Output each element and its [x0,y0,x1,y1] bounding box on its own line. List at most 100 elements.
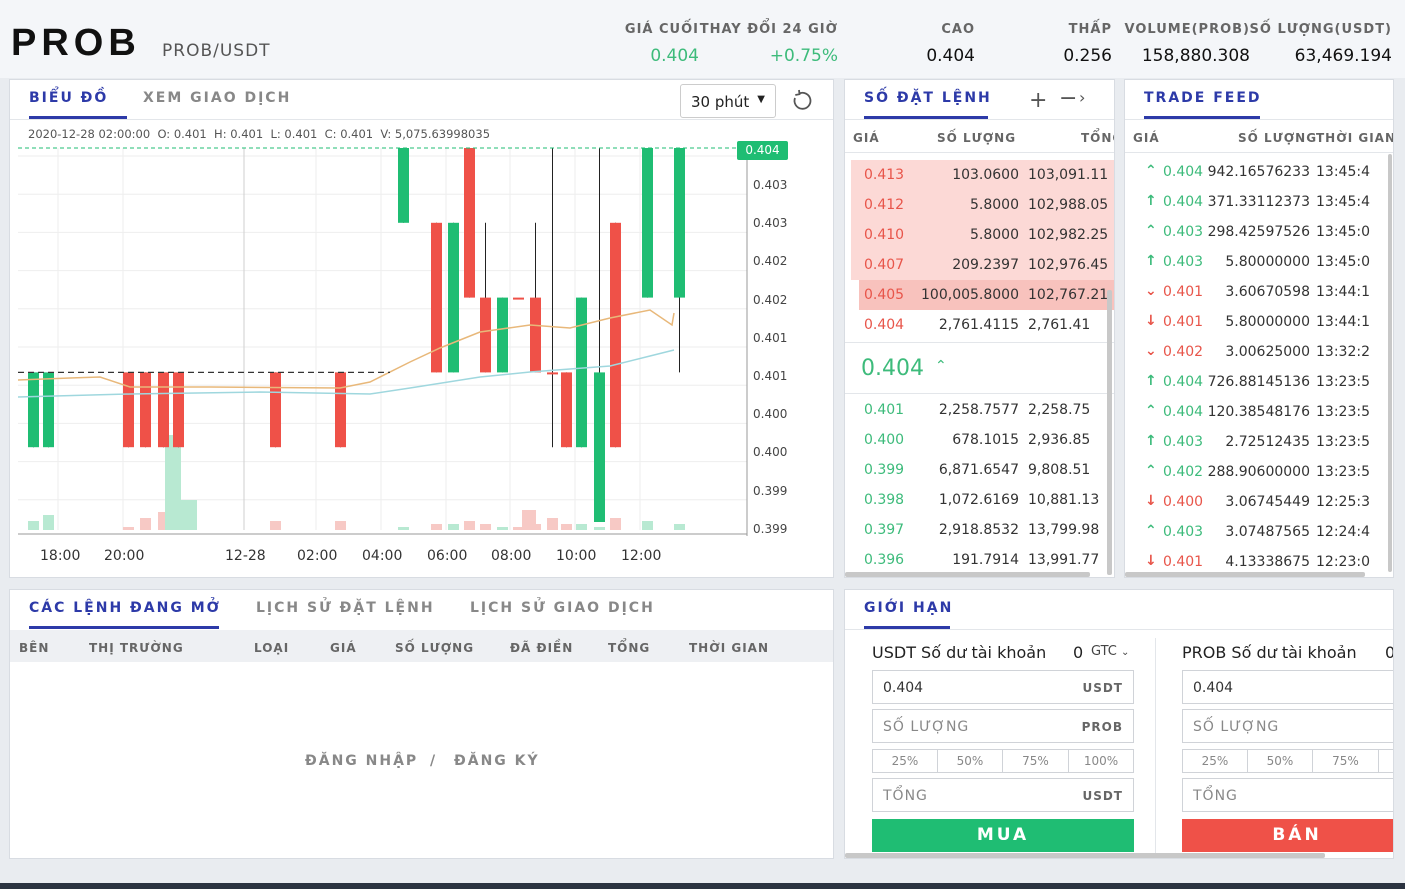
buy-price-input[interactable]: 0.404 USDT [872,670,1134,704]
bid-total: 13,799.98 [1028,522,1100,538]
feed-price: 0.403 [1163,434,1204,450]
feed-hscrollbar[interactable] [1125,572,1365,577]
candle-down [610,222,621,448]
tab-open-orders[interactable]: CÁC LỆNH ĐANG MỞ [29,600,221,616]
sell-pct-25[interactable]: 25% [1183,750,1248,772]
ask-row[interactable]: 0.413 103.0600 103,091.11 [845,160,1114,190]
buy-qty-input[interactable]: SỐ LƯỢNG PROB [872,709,1134,743]
volume-bar [497,527,508,530]
arrow-up-icon: ⌃ [1145,523,1157,539]
buy-pct-100[interactable]: 100% [1069,750,1133,772]
feed-price: 0.403 [1163,224,1204,240]
x-axis-tick-label: 06:00 [427,548,468,564]
stat-value-volume: 158,880.308 [1141,46,1250,66]
feed-qty: 4.13338675 [1225,554,1310,570]
buy-pct-25[interactable]: 25% [873,750,938,772]
ask-total: 103,091.11 [1028,167,1109,183]
y-axis-tick-label: 0.400 [753,445,788,460]
feed-time: 13:44:1 [1316,314,1370,330]
volume-bars [28,435,685,530]
x-axis-tick-label: 20:00 [104,548,145,564]
tab-trade-history[interactable]: LỊCH SỬ GIAO DỊCH [470,600,655,616]
chevron-down-icon: ⌄ [1121,647,1130,658]
feed-price: 0.401 [1163,284,1204,300]
bid-row[interactable]: 0.397 2,918.8532 13,799.98 [845,515,1114,545]
orderbook-scrollbar[interactable] [1107,290,1112,575]
ask-row[interactable]: 0.410 5.8000 102,982.25 [845,220,1114,250]
y-axis-tick-label: 0.403 [753,178,788,192]
candle-down [547,372,558,375]
volume-bar [398,527,409,530]
candle-down [335,372,346,448]
bid-price: 0.401 [864,402,905,418]
bid-row[interactable]: 0.398 1,072.6169 10,881.13 [845,485,1114,515]
ask-row[interactable]: 0.404 2,761.4115 2,761.41 [845,310,1114,340]
trade-feed-row: ⌄ 0.402 3.00625000 13:32:2 [1125,337,1393,367]
stat-value-high: 0.404 [926,46,975,66]
trade-feed-title: TRADE FEED [1144,90,1262,106]
candle-up [28,372,39,448]
tab-limit[interactable]: GIỚI HẠN [864,600,953,616]
register-link[interactable]: ĐĂNG KÝ [454,753,540,769]
bid-row[interactable]: 0.396 191.7914 13,991.77 [845,545,1114,575]
sell-total-placeholder: TỔNG [1193,788,1238,804]
interval-select[interactable]: 30 phút ▼ [680,84,776,118]
feed-price: 0.404 [1163,374,1204,390]
feed-price: 0.404 [1163,194,1204,210]
chevron-right-icon[interactable]: › [1079,88,1085,107]
bid-row[interactable]: 0.399 6,871.6547 9,808.51 [845,455,1114,485]
volume-bar [576,524,587,530]
buy-total-unit: USDT [1082,789,1123,803]
feed-qty: 5.80000000 [1225,314,1310,330]
y-axis-tick-label: 0.400 [753,407,788,422]
candle-up [448,222,459,373]
feed-scrollbar[interactable] [1388,154,1392,572]
feed-qty: 5.80000000 [1225,254,1310,270]
sell-balance-value: 0 [1385,643,1393,662]
buy-button[interactable]: MUA [872,819,1134,852]
sell-pct-50[interactable]: 50% [1248,750,1313,772]
trade-form-hscrollbar[interactable] [845,853,1325,858]
bid-price: 0.397 [864,522,905,538]
tab-order-history[interactable]: LỊCH SỬ ĐẶT LỆNH [256,600,435,616]
sell-qty-input[interactable]: SỐ LƯỢNG [1182,709,1393,743]
bid-total: 9,808.51 [1028,462,1091,478]
volume-bar [335,521,346,530]
bid-row[interactable]: 0.401 2,258.7577 2,258.75 [845,395,1114,425]
buy-total-input[interactable]: TỔNG USDT [872,778,1134,812]
bid-price: 0.400 [864,432,905,448]
bid-price: 0.396 [864,552,905,568]
market-header: PROB PROB/USDT GIÁ CUỐI 0.404 THAY ĐỔI 2… [0,0,1405,78]
feed-price: 0.404 [1163,404,1204,420]
tif-select[interactable]: GTC ⌄ [1091,644,1129,659]
sell-button[interactable]: BÁN [1182,819,1393,852]
candlestick-chart[interactable] [10,120,833,580]
refresh-icon[interactable] [790,89,814,113]
feed-qty: 371.33112373 [1207,194,1310,210]
sell-price-input[interactable]: 0.404 [1182,670,1393,704]
feed-price: 0.403 [1163,254,1204,270]
bid-row[interactable]: 0.400 678.1015 2,936.85 [845,425,1114,455]
volume-bar [547,518,558,530]
feed-time: 13:23:5 [1316,374,1370,390]
ask-row[interactable]: 0.407 209.2397 102,976.45 [845,250,1114,280]
candle-up [576,297,587,448]
login-link[interactable]: ĐĂNG NHẬP [305,753,418,769]
orderbook-mid-price: 0.404 [861,356,924,381]
orders-col-price: GIÁ [330,641,357,655]
buy-pct-50[interactable]: 50% [938,750,1003,772]
zoom-in-icon[interactable]: + [1029,88,1047,113]
buy-balance-label: USDT Số dư tài khoản [872,643,1047,662]
zoom-out-icon[interactable]: − [1059,86,1077,111]
ask-total: 102,767.21 [1028,287,1109,303]
buy-pct-75[interactable]: 75% [1003,750,1069,772]
buy-qty-unit: PROB [1081,720,1123,734]
sell-total-input[interactable]: TỔNG [1182,778,1393,812]
ask-qty: 100,005.8000 [921,287,1019,303]
tab-chart[interactable]: BIỂU ĐỒ [29,90,108,106]
orderbook-hscrollbar[interactable] [845,572,1090,577]
ask-row[interactable]: 0.412 5.8000 102,988.05 [845,190,1114,220]
sell-pct-75[interactable]: 75% [1313,750,1379,772]
tab-trades-view[interactable]: XEM GIAO DỊCH [143,90,291,106]
ask-row[interactable]: 0.405 100,005.8000 102,767.21 [845,280,1114,310]
